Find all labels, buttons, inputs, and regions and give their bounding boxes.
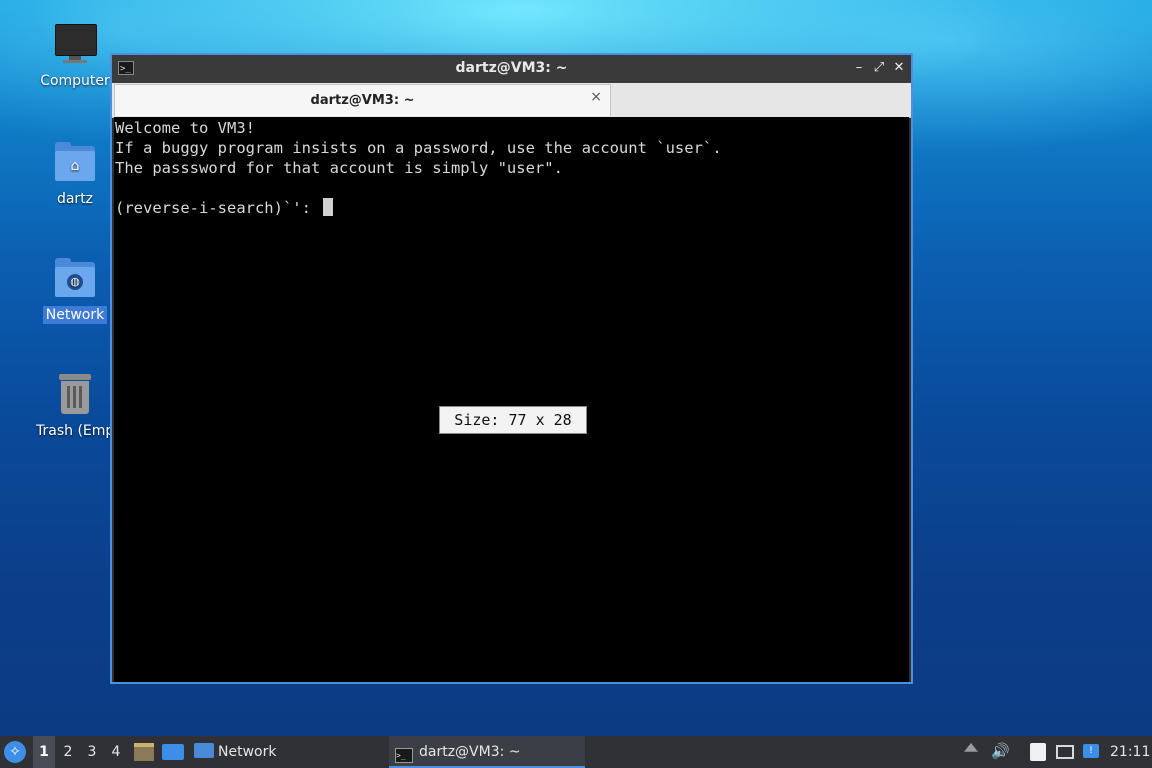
title-bar[interactable]: >_ dartz@VM3: ~ – ⤢ ✕	[112, 55, 911, 83]
network-folder-icon: ◍	[53, 256, 97, 300]
terminal-line: Welcome to VM3!	[115, 119, 255, 137]
trash-icon	[53, 372, 97, 416]
clipboard-icon[interactable]	[1030, 743, 1046, 761]
minimize-button[interactable]: –	[850, 59, 868, 77]
workspace-3[interactable]: 3	[81, 736, 103, 768]
terminal-icon: >_	[395, 748, 413, 763]
taskbar: ✧ 1 2 3 4 Network >_ dartz@VM3: ~ 🔊 ! 21:…	[0, 736, 1152, 768]
terminal-line: If a buggy program insists on a password…	[115, 139, 722, 157]
desktop-icon-label: dartz	[56, 191, 94, 207]
workspace-4[interactable]: 4	[105, 736, 127, 768]
workspace-2[interactable]: 2	[57, 736, 79, 768]
file-manager-icon[interactable]	[134, 743, 154, 761]
taskbar-terminal-button[interactable]: >_ dartz@VM3: ~	[389, 736, 585, 768]
start-menu-icon[interactable]: ✧	[4, 741, 26, 763]
volume-icon[interactable]: 🔊	[991, 743, 1010, 759]
network-wired-icon[interactable]	[1056, 745, 1074, 759]
terminal-output[interactable]: Welcome to VM3! If a buggy program insis…	[114, 117, 909, 682]
desktop-icon-trash[interactable]: Trash (Empt	[33, 372, 120, 440]
tab-terminal[interactable]: dartz@VM3: ~ ×	[114, 84, 611, 116]
taskbar-terminal-label: dartz@VM3: ~	[419, 744, 521, 760]
window-title: dartz@VM3: ~	[455, 60, 568, 76]
tab-close-icon[interactable]: ×	[590, 89, 602, 105]
terminal-window[interactable]: >_ dartz@VM3: ~ – ⤢ ✕ dartz@VM3: ~ × Wel…	[110, 53, 913, 684]
desktop: Computer ⌂ dartz ◍ Network Trash (Empt >…	[0, 0, 1152, 768]
close-button[interactable]: ✕	[890, 59, 908, 77]
text-cursor	[323, 198, 334, 216]
desktop-icon-label: Network	[42, 306, 108, 324]
tab-label: dartz@VM3: ~	[310, 93, 415, 108]
show-desktop-icon[interactable]	[162, 744, 184, 760]
folder-icon	[194, 743, 214, 758]
terminal-prompt-line: (reverse-i-search)`':	[115, 198, 334, 218]
home-folder-icon: ⌂	[53, 140, 97, 184]
desktop-icon-label: Computer	[40, 73, 110, 89]
tab-bar: dartz@VM3: ~ ×	[112, 83, 911, 118]
maximize-button[interactable]: ⤢	[870, 59, 888, 77]
size-popup: Size: 77 x 28	[439, 406, 587, 434]
desktop-icon-computer[interactable]: Computer	[33, 22, 117, 90]
taskbar-network-label: Network	[218, 744, 277, 760]
notification-icon[interactable]: !	[1083, 744, 1099, 758]
eject-icon[interactable]	[964, 743, 978, 752]
reverse-search-prompt: (reverse-i-search)`':	[115, 199, 321, 217]
workspace-1[interactable]: 1	[33, 736, 55, 768]
computer-icon	[53, 22, 97, 66]
desktop-icon-dartz[interactable]: ⌂ dartz	[33, 140, 117, 208]
taskbar-network-button[interactable]: Network	[194, 736, 284, 768]
terminal-line: The passsword for that account is simply…	[115, 159, 563, 177]
desktop-icon-network[interactable]: ◍ Network	[33, 256, 117, 324]
clock[interactable]: 21:11	[1110, 736, 1150, 768]
